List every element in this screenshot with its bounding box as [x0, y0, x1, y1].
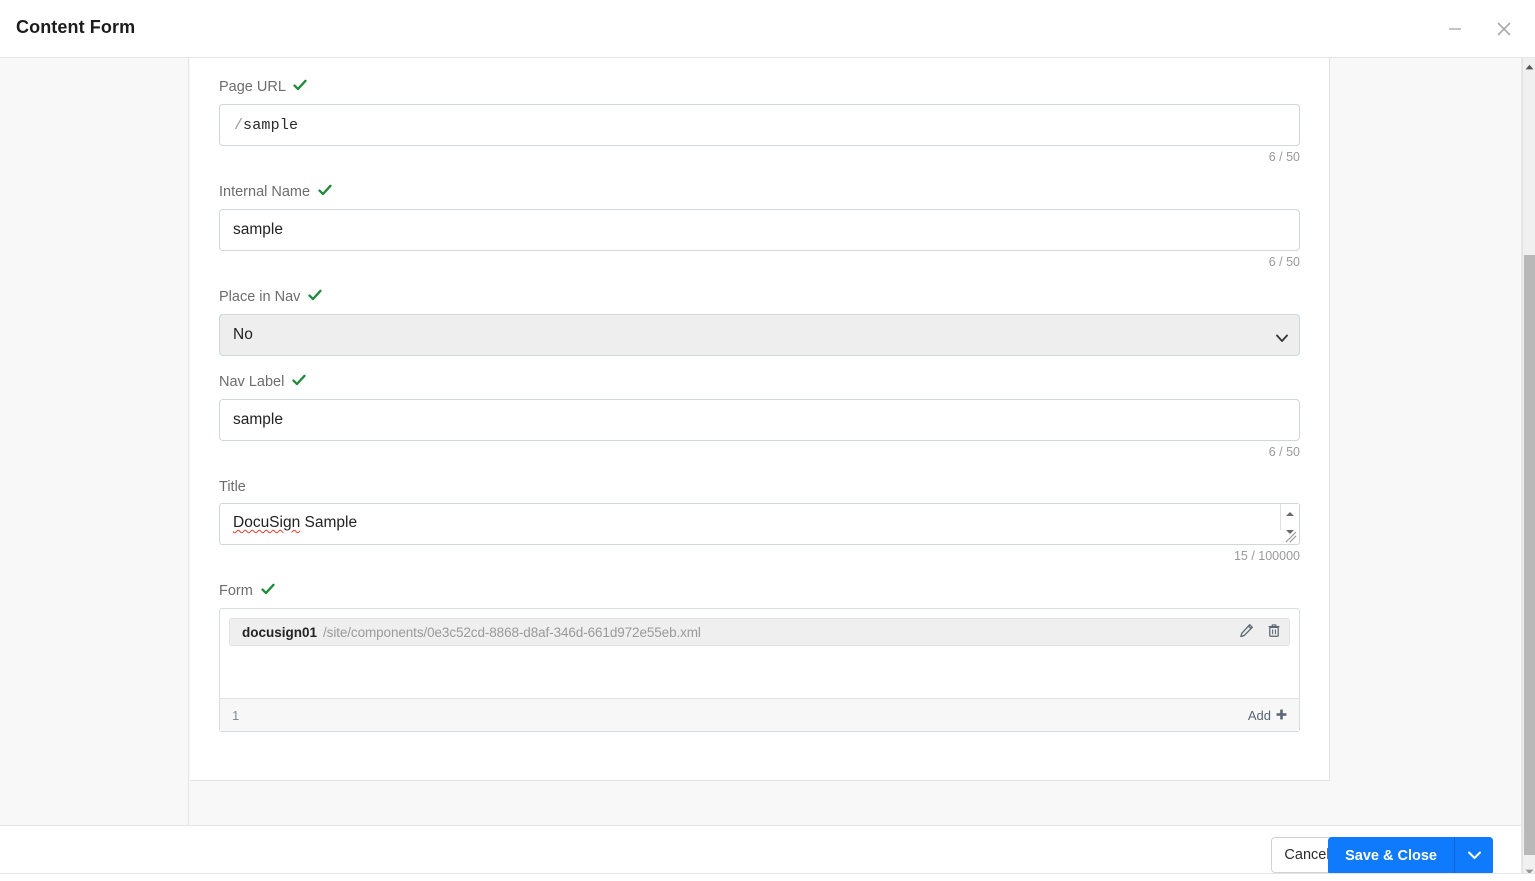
window-bottom-edge [0, 873, 1535, 881]
field-place-in-nav: Place in Nav No [219, 288, 1300, 356]
field-label: Nav Label [219, 373, 1300, 392]
valid-check-icon [318, 184, 332, 202]
internal-name-counter: 6 / 50 [1268, 255, 1300, 269]
field-title: Title DocuSign Sample 15 / 100000 [219, 478, 1300, 563]
repeat-items: docusign01 /site/components/0e3c52cd-886… [220, 609, 1299, 698]
scrollbar-thumb[interactable] [1524, 255, 1535, 855]
field-label: Title [219, 479, 246, 495]
add-item-label: Add [1247, 707, 1271, 723]
vertical-scrollbar[interactable] [1522, 58, 1535, 881]
item-path: /site/components/0e3c52cd-8868-d8af-346d… [323, 624, 701, 640]
spinner-up-icon [1285, 504, 1295, 522]
url-prefix: / [234, 116, 244, 134]
page-title: Content Form [16, 17, 136, 37]
title-rest-text: Sample [300, 514, 358, 531]
close-icon [1489, 14, 1519, 44]
plus-icon [1276, 708, 1287, 723]
save-and-close-button[interactable]: Save & Close [1328, 837, 1454, 875]
field-label: Page URL [219, 78, 1300, 97]
page-url-counter: 6 / 50 [1268, 150, 1300, 164]
item-actions [1239, 623, 1281, 643]
valid-check-icon [292, 374, 306, 392]
repeat-group: docusign01 /site/components/0e3c52cd-886… [219, 608, 1300, 732]
window-title-bar: Content Form [0, 0, 1535, 58]
minimize-icon [1440, 14, 1470, 44]
repeat-count: 1 [232, 707, 240, 723]
nav-label-input[interactable] [219, 399, 1300, 441]
repeat-footer: 1 Add [220, 698, 1299, 731]
trash-icon[interactable] [1267, 623, 1281, 643]
form-side-rail [0, 58, 189, 825]
list-item[interactable]: docusign01 /site/components/0e3c52cd-886… [229, 618, 1290, 646]
resize-handle[interactable] [1283, 530, 1299, 544]
title-spinner[interactable] [1280, 504, 1299, 534]
field-nav-label: Nav Label 6 / 50 [219, 373, 1300, 459]
page-url-input[interactable]: / sample [219, 104, 1300, 146]
minimize-button[interactable] [1440, 14, 1470, 44]
save-options-dropdown-button[interactable] [1454, 837, 1493, 875]
internal-name-input[interactable] [219, 209, 1300, 251]
field-page-url: Page URL / sample 6 / 50 [219, 78, 1300, 164]
place-in-nav-select[interactable]: No [219, 314, 1300, 356]
field-form-repeat: Form docusign01 /site/components/0e3c52c… [219, 582, 1300, 732]
add-item-button[interactable]: Add [1248, 708, 1287, 723]
title-counter: 15 / 100000 [1233, 549, 1300, 563]
dialog-body: Page URL / sample 6 / 50 Internal Name s… [0, 58, 1522, 881]
url-value: sample [243, 116, 299, 134]
select-selected-value: No [233, 326, 253, 343]
field-internal-name: Internal Name 6 / 50 [219, 183, 1300, 269]
content-form-panel: Page URL / sample 6 / 50 Internal Name s… [190, 58, 1330, 781]
item-name: docusign01 [242, 624, 318, 640]
scroll-up-button[interactable] [1523, 60, 1535, 74]
pencil-icon[interactable] [1239, 623, 1254, 643]
valid-check-icon [261, 583, 275, 601]
field-label: Place in Nav [219, 288, 1300, 307]
valid-check-icon [308, 289, 323, 307]
field-label: Internal Name [219, 183, 1300, 202]
nav-label-counter: 6 / 50 [1268, 445, 1300, 459]
chevron-down-icon [1467, 847, 1481, 865]
title-misspelled-word: DocuSign [233, 514, 301, 531]
title-textarea[interactable]: DocuSign Sample [219, 503, 1300, 545]
field-label: Form [219, 582, 1300, 601]
save-button-group: Save & Close [1328, 837, 1493, 875]
close-button[interactable] [1489, 14, 1519, 44]
form-fields: Page URL / sample 6 / 50 Internal Name s… [219, 78, 1300, 732]
valid-check-icon [293, 79, 308, 97]
